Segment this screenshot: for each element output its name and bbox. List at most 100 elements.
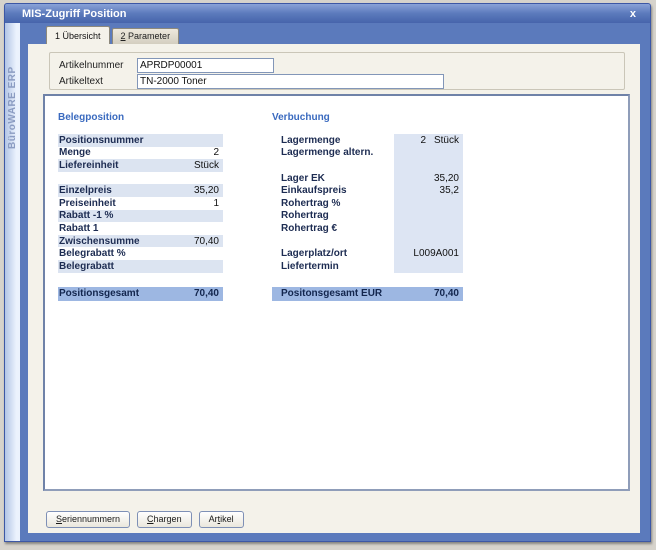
row-label: Belegrabatt	[59, 261, 219, 272]
tab-parameter[interactable]: 2 Parameter	[112, 28, 180, 44]
seriennummern-button[interactable]: Seriennummern	[46, 511, 130, 528]
position-row	[58, 273, 223, 286]
row-label	[272, 235, 394, 248]
row-value	[394, 235, 463, 248]
row-label	[272, 273, 394, 286]
app-window: MIS-Zugriff Position x BüroWARE ERP 1 Üb…	[4, 3, 651, 542]
row-value	[394, 197, 463, 210]
article-number-row: Artikelnummer	[59, 57, 624, 73]
total-value: 70,40	[194, 288, 223, 299]
row-label: Lagermenge altern.	[272, 147, 394, 160]
position-row: Rabatt 1	[58, 222, 223, 235]
row-value: 70,40	[194, 236, 223, 247]
row-label: Liefereinheit	[59, 160, 194, 171]
row-label: Menge	[59, 147, 213, 158]
position-row	[58, 172, 223, 185]
position-row: Rohertrag %	[272, 197, 463, 210]
tab-parameter-label: Parameter	[126, 31, 171, 41]
article-number-field[interactable]	[137, 58, 274, 73]
belegposition-header: Belegposition	[58, 112, 223, 125]
row-value	[394, 147, 463, 160]
position-row: Lagermenge2Stück	[272, 134, 463, 147]
row-value	[394, 260, 463, 273]
row-value: L009A001	[394, 247, 463, 260]
position-row	[272, 273, 463, 286]
position-row: Belegrabatt	[58, 260, 223, 273]
row-value	[394, 273, 463, 286]
row-value	[394, 222, 463, 235]
brand-strip: BüroWARE ERP	[5, 23, 20, 541]
button-label: Ar	[209, 514, 218, 524]
tab-bar: 1 Übersicht 2 Parameter	[20, 23, 650, 44]
tab-uebersicht[interactable]: 1 Übersicht	[46, 26, 110, 44]
position-row: Preiseinheit1	[58, 197, 223, 210]
row-label: Zwischensumme	[59, 236, 194, 247]
article-text-field[interactable]	[137, 74, 444, 89]
position-row: Zwischensumme70,40	[58, 235, 223, 248]
row-label: Rohertrag €	[272, 222, 394, 235]
position-row: Rabatt -1 %	[58, 210, 223, 223]
article-text-label: Artikeltext	[59, 76, 137, 87]
row-value: 2	[213, 147, 223, 158]
position-row: Liefertermin	[272, 260, 463, 273]
row-label: Einkaufspreis	[272, 184, 394, 197]
row-label: Liefertermin	[272, 260, 394, 273]
position-row: Lager EK35,20	[272, 172, 463, 185]
artikel-button[interactable]: Artikel	[199, 511, 244, 528]
row-label: Preiseinheit	[59, 198, 213, 209]
chargen-button[interactable]: Chargen	[137, 511, 192, 528]
tab-uebersicht-label: 1 Übersicht	[55, 31, 101, 41]
positionsgesamt-eur-row: Positonsgesamt EUR 70,40	[272, 287, 463, 301]
row-label: Rohertrag %	[272, 197, 394, 210]
row-value	[394, 210, 463, 223]
row-value: Stück	[194, 160, 223, 171]
brand-text: BüroWARE ERP	[7, 66, 18, 149]
position-row: Menge2	[58, 147, 223, 160]
position-row: Positionsnummer	[58, 134, 223, 147]
button-label: eriennummern	[62, 514, 120, 524]
article-text-row: Artikeltext	[59, 73, 624, 89]
row-value: 35,20	[194, 185, 223, 196]
button-row: Seriennummern Chargen Artikel	[46, 511, 244, 528]
total-label: Positonsgesamt EUR	[272, 288, 434, 299]
row-label: Lagerplatz/ort	[272, 247, 394, 260]
row-label	[272, 159, 394, 172]
position-panel: Belegposition Positionsnummer Menge2 Lie…	[43, 94, 630, 491]
row-value	[394, 159, 463, 172]
row-value: 35,2	[394, 184, 463, 197]
row-label: Belegrabatt %	[59, 248, 219, 259]
verbuchung-rows: Lagermenge2Stück Lagermenge altern. Lage…	[272, 134, 463, 285]
position-row	[272, 159, 463, 172]
position-row: Einkaufspreis35,2	[272, 184, 463, 197]
verbuchung-column: Verbuchung Lagermenge2Stück Lagermenge a…	[272, 112, 463, 301]
row-value: 2Stück	[394, 134, 463, 147]
position-row: Lagerplatz/ortL009A001	[272, 247, 463, 260]
row-label: Rabatt -1 %	[59, 210, 219, 221]
button-label: ikel	[220, 514, 234, 524]
position-row: LiefereinheitStück	[58, 159, 223, 172]
row-label: Rabatt 1	[59, 223, 219, 234]
position-row: Lagermenge altern.	[272, 147, 463, 160]
article-number-label: Artikelnummer	[59, 60, 137, 71]
close-icon[interactable]: x	[630, 8, 636, 20]
row-label: Einzelpreis	[59, 185, 194, 196]
row-quantity: 2	[394, 135, 426, 146]
row-value: 1	[213, 198, 223, 209]
position-row	[272, 235, 463, 248]
row-unit: Stück	[426, 135, 459, 146]
position-row: Einzelpreis35,20	[58, 184, 223, 197]
position-row: Belegrabatt %	[58, 247, 223, 260]
article-header-box: Artikelnummer Artikeltext	[49, 52, 625, 90]
position-row: Rohertrag	[272, 210, 463, 223]
row-label: Lagermenge	[272, 134, 394, 147]
row-label: Positionsnummer	[59, 135, 219, 146]
belegposition-column: Belegposition Positionsnummer Menge2 Lie…	[58, 112, 223, 301]
positionsgesamt-row: Positionsgesamt 70,40	[58, 287, 223, 301]
titlebar[interactable]: MIS-Zugriff Position x	[5, 4, 650, 23]
position-row: Rohertrag €	[272, 222, 463, 235]
window-title: MIS-Zugriff Position	[22, 8, 126, 20]
tab-page: Artikelnummer Artikeltext Belegposition …	[28, 44, 640, 533]
total-label: Positionsgesamt	[58, 288, 194, 299]
verbuchung-header: Verbuchung	[272, 112, 463, 125]
button-label: hargen	[154, 514, 182, 524]
